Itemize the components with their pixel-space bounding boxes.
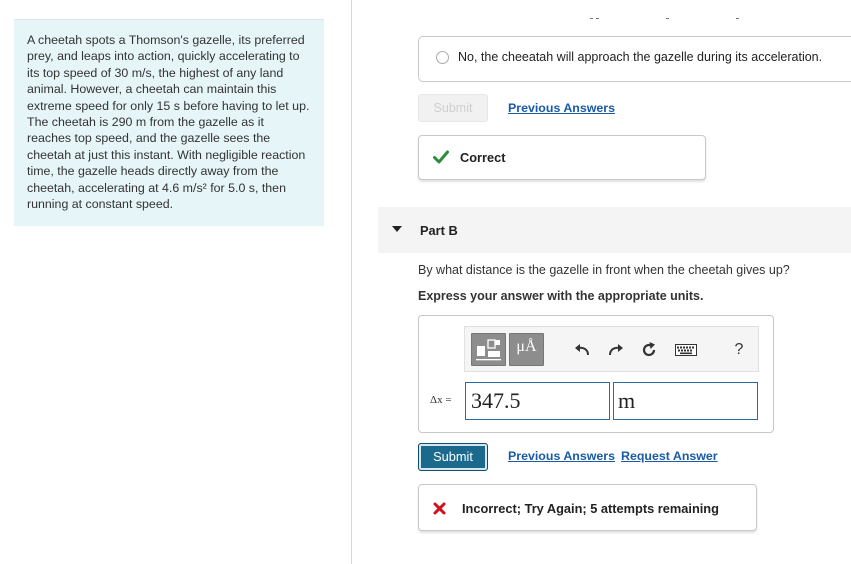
x-mark-icon	[433, 502, 446, 520]
incorrect-feedback: Incorrect; Try Again; 5 attempts remaini…	[418, 484, 757, 531]
problem-line: time, the gazelle heads directly away fr…	[27, 164, 279, 179]
problem-line: animal. However, a cheetah can maintain …	[27, 82, 277, 97]
part-a-submit-button[interactable]: Submit	[418, 94, 488, 122]
problem-line: cheetah, accelerating at 4.6 m/s² for 5.…	[27, 180, 286, 195]
keyboard-icon[interactable]	[675, 339, 697, 361]
part-b-previous-answers-link[interactable]: Previous Answers	[508, 449, 615, 463]
problem-line: running at constant speed.	[27, 197, 174, 212]
part-b-submit-button[interactable]: Submit	[418, 443, 488, 471]
math-toolbar: μÅ ?	[464, 326, 759, 372]
panel-divider	[351, 0, 352, 564]
option-label: No, the cheeatah will approach the gazel…	[458, 50, 823, 64]
problem-line: A cheetah spots a Thomson's gazelle, its…	[27, 33, 305, 47]
feedback-text: Correct	[460, 150, 506, 165]
cutoff-text-fragments	[590, 18, 740, 22]
feedback-text: Incorrect; Try Again; 5 attempts remaini…	[462, 501, 719, 516]
units-label: μÅ	[516, 338, 537, 355]
problem-line: its top speed of 30 m/s, the highest of …	[27, 65, 284, 80]
part-b-instruction: Express your answer with the appropriate…	[418, 289, 704, 303]
help-icon[interactable]: ?	[728, 339, 750, 361]
radio-button[interactable]	[436, 51, 449, 64]
correct-feedback: Correct	[418, 135, 706, 180]
problem-line: reaches top speed, and the gazelle sees …	[27, 131, 271, 146]
undo-icon[interactable]	[571, 339, 593, 361]
answer-option[interactable]: No, the cheeatah will approach the gazel…	[418, 36, 851, 82]
collapse-triangle-icon[interactable]	[392, 226, 402, 232]
part-b-title: Part B	[420, 223, 458, 238]
answer-panel: μÅ ? Δx = 347.5 m	[418, 315, 774, 433]
problem-line: cheetah at just this instant. With negli…	[27, 147, 306, 162]
checkmark-icon	[433, 150, 449, 169]
unit-input[interactable]: m	[613, 382, 758, 420]
variable-label: Δx =	[430, 394, 452, 406]
reset-icon[interactable]	[638, 339, 660, 361]
request-answer-link[interactable]: Request Answer	[621, 449, 718, 463]
templates-button[interactable]	[471, 333, 506, 366]
part-b-question: By what distance is the gazelle in front…	[418, 263, 790, 277]
problem-line: The cheetah is 290 m from the gazelle as…	[27, 115, 264, 130]
part-b-header[interactable]: Part B	[378, 207, 851, 253]
redo-icon[interactable]	[605, 339, 627, 361]
problem-statement: A cheetah spots a Thomson's gazelle, its…	[14, 19, 324, 226]
part-a-previous-answers-link[interactable]: Previous Answers	[508, 101, 615, 115]
value-input[interactable]: 347.5	[465, 382, 610, 420]
problem-line: prey, and leaps into action, quickly acc…	[27, 49, 300, 64]
problem-line: extreme speed for only 15 s before havin…	[27, 98, 310, 113]
units-button[interactable]: μÅ	[509, 333, 544, 366]
